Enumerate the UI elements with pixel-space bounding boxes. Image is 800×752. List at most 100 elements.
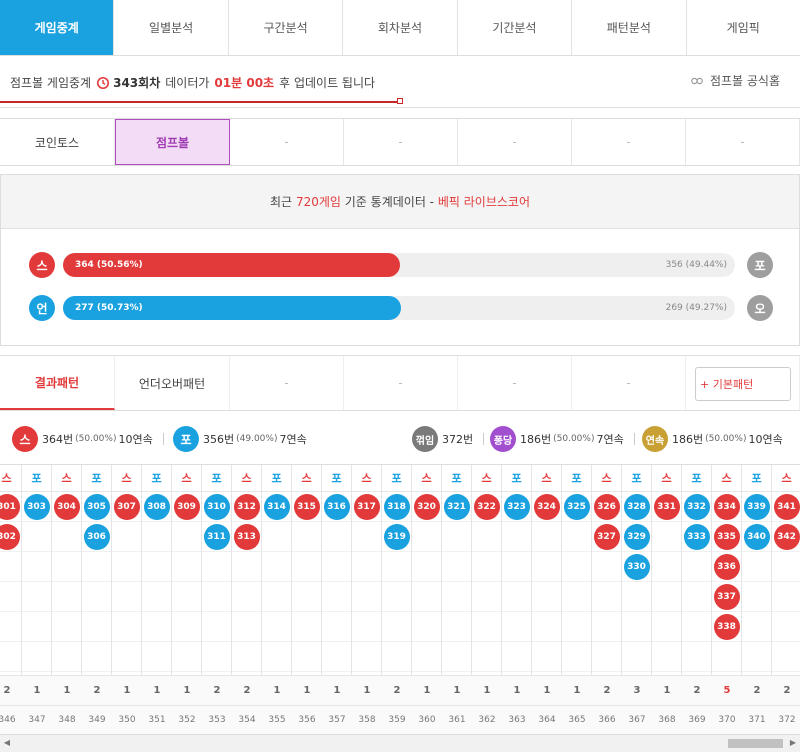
tab-empty: - bbox=[344, 356, 458, 410]
tab-pattern[interactable]: 패턴분석 bbox=[572, 0, 687, 55]
streak-count: 2 bbox=[682, 675, 712, 705]
pattern-cell bbox=[352, 582, 381, 612]
streak-count: 2 bbox=[742, 675, 772, 705]
pattern-cell bbox=[742, 552, 771, 582]
result-ball-s: 322 bbox=[473, 493, 500, 520]
pattern-cell bbox=[52, 522, 81, 552]
pattern-cell bbox=[502, 612, 531, 642]
status-middle: 데이터가 bbox=[165, 76, 210, 90]
tab-round[interactable]: 회차분석 bbox=[343, 0, 458, 55]
pattern-cell bbox=[712, 642, 741, 672]
pattern-cell: 340 bbox=[742, 522, 771, 552]
pattern-cell: 315 bbox=[292, 492, 321, 522]
result-ball-p: 325 bbox=[563, 493, 590, 520]
round-label: 357 bbox=[322, 705, 352, 735]
pattern-column: 스301 302 2346 bbox=[0, 465, 22, 752]
s-streak: 10연속 bbox=[118, 433, 153, 446]
round-label: 372 bbox=[772, 705, 800, 735]
pattern-cell bbox=[232, 612, 261, 642]
pattern-cell bbox=[652, 612, 681, 642]
tab-result-pattern[interactable]: 결과패턴 bbox=[0, 356, 115, 410]
tab-cointoss[interactable]: 코인토스 bbox=[0, 119, 115, 165]
official-site-label: 점프볼 공식홈 bbox=[709, 74, 780, 88]
streak-count: 1 bbox=[262, 675, 292, 705]
pattern-cell bbox=[622, 642, 651, 672]
s-icon: 스 bbox=[29, 252, 55, 278]
tab-empty: - bbox=[344, 119, 458, 165]
pattern-cell: 302 bbox=[0, 522, 21, 552]
result-ball-s: 336 bbox=[713, 553, 740, 580]
pattern-cell bbox=[292, 582, 321, 612]
tab-underover-pattern[interactable]: 언더오버패턴 bbox=[115, 356, 230, 410]
scroll-left-icon[interactable]: ◀ bbox=[2, 738, 12, 748]
pattern-cell bbox=[82, 612, 111, 642]
tab-period[interactable]: 기간분석 bbox=[458, 0, 573, 55]
pattern-cell bbox=[0, 612, 21, 642]
result-ball-s: 302 bbox=[0, 523, 20, 550]
pattern-column: 스 315 1 356 bbox=[292, 465, 322, 752]
pattern-cell bbox=[352, 642, 381, 672]
streak-count: 1 bbox=[172, 675, 202, 705]
kk-icon: 꺾임 bbox=[412, 426, 438, 452]
pattern-cell bbox=[772, 612, 800, 642]
pattern-column: 포 325 1 365 bbox=[562, 465, 592, 752]
tab-daily[interactable]: 일별분석 bbox=[114, 0, 229, 55]
pattern-cell bbox=[82, 642, 111, 672]
official-site-link[interactable]: 점프볼 공식홈 bbox=[690, 72, 780, 89]
pattern-cell bbox=[22, 612, 51, 642]
result-ball-p: 303 bbox=[23, 493, 50, 520]
pattern-cell bbox=[382, 642, 411, 672]
pattern-cell bbox=[202, 642, 231, 672]
pattern-cell bbox=[502, 552, 531, 582]
tab-gamepick[interactable]: 게임픽 bbox=[687, 0, 800, 55]
pattern-cell: 320 bbox=[412, 492, 441, 522]
round-label: 350 bbox=[112, 705, 142, 735]
pattern-column: 스 322 1 362 bbox=[472, 465, 502, 752]
pattern-grid[interactable]: 스3013022346포3031347스3041348포3053062349스3… bbox=[0, 464, 800, 752]
pattern-cell bbox=[142, 612, 171, 642]
pattern-cell bbox=[652, 582, 681, 612]
streak-count: 1 bbox=[112, 675, 142, 705]
basic-pattern-button[interactable]: + 기본패턴 bbox=[695, 367, 791, 401]
pattern-cell bbox=[292, 612, 321, 642]
summary-kk: 꺾임 372번 bbox=[412, 426, 494, 452]
pattern-column: 스 304 1 348 bbox=[52, 465, 82, 752]
streak-count: 1 bbox=[412, 675, 442, 705]
scroll-thumb[interactable] bbox=[728, 739, 783, 748]
pattern-cell bbox=[322, 582, 351, 612]
result-ball-p: 306 bbox=[83, 523, 110, 550]
pattern-cell bbox=[592, 612, 621, 642]
tab-live[interactable]: 게임중계 bbox=[0, 0, 115, 55]
pattern-cell bbox=[652, 552, 681, 582]
tab-section[interactable]: 구간분석 bbox=[229, 0, 344, 55]
pattern-cell bbox=[52, 552, 81, 582]
scroll-right-icon[interactable]: ▶ bbox=[788, 738, 798, 748]
pattern-cell bbox=[502, 522, 531, 552]
pattern-cell bbox=[742, 582, 771, 612]
pattern-cell bbox=[82, 582, 111, 612]
pattern-cell bbox=[412, 582, 441, 612]
pattern-tabs: 결과패턴 언더오버패턴 - - - - - + 기본패턴 bbox=[0, 355, 800, 411]
streak-count: 1 bbox=[442, 675, 472, 705]
tab-jumpball[interactable]: 점프볼 bbox=[115, 119, 230, 165]
pattern-cell bbox=[112, 552, 141, 582]
pattern-cell: 336 bbox=[712, 552, 741, 582]
pattern-cell bbox=[232, 582, 261, 612]
result-ball-p: 329 bbox=[623, 523, 650, 550]
column-header-p: 포 bbox=[622, 465, 651, 492]
column-header-s: 스 bbox=[172, 465, 201, 492]
pattern-cell bbox=[262, 522, 291, 552]
result-ball-s: 307 bbox=[113, 493, 140, 520]
result-ball-s: 326 bbox=[593, 493, 620, 520]
pattern-cell: 322 bbox=[472, 492, 501, 522]
pattern-cell bbox=[262, 612, 291, 642]
round-label: 370 bbox=[712, 705, 742, 735]
result-ball-s: 312 bbox=[233, 493, 260, 520]
result-ball-p: 311 bbox=[203, 523, 230, 550]
pattern-cell bbox=[472, 522, 501, 552]
summary-s: 스 364번 (50.00%) 10연속 bbox=[12, 426, 174, 452]
s-percent: (50.00%) bbox=[75, 434, 117, 444]
summary-ys: 연속 186번 (50.00%) 10연속 bbox=[642, 426, 783, 452]
pattern-cell bbox=[682, 552, 711, 582]
horizontal-scrollbar[interactable]: ◀ ▶ bbox=[0, 734, 800, 752]
